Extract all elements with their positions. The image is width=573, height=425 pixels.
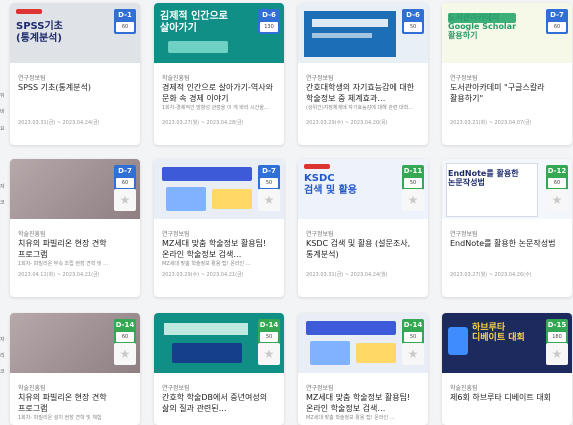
card-title[interactable]: SPSS 기초(통계분석) bbox=[18, 82, 134, 93]
star-icon[interactable]: ★ bbox=[114, 343, 136, 365]
thumbnail-title: 김제적 인간으로 살아가기 bbox=[160, 11, 228, 34]
clipped-edge-text: 요 bbox=[0, 126, 5, 132]
card-date: 2023.03.29(수) ~ 2023.04.21(금) bbox=[162, 272, 244, 278]
card-category: 학술진흥팀 bbox=[450, 385, 478, 392]
like-count: 50 bbox=[260, 178, 278, 188]
card-title[interactable]: 치유의 파빌리온 현장 견학 프로그램 bbox=[18, 238, 134, 260]
dday-badge: D-7 50 bbox=[258, 165, 280, 190]
dday-badge: D-1 60 bbox=[114, 9, 136, 34]
clipped-edge-text: 비 bbox=[0, 109, 5, 115]
card-category: 연구정보팀 bbox=[450, 75, 478, 82]
star-icon[interactable]: ★ bbox=[258, 189, 280, 211]
like-count: 130 bbox=[260, 22, 278, 32]
card-description: MZ세대 맞춤 학술정보 활용 팁! 온라인 … bbox=[162, 261, 251, 267]
star-icon[interactable]: ★ bbox=[546, 189, 568, 211]
like-count: 50 bbox=[404, 178, 422, 188]
card-title[interactable]: 경제적 인간으로 살아가기-역사와 문화 속 경제 이야기 bbox=[162, 82, 278, 104]
card-category: 연구정보팀 bbox=[306, 75, 334, 82]
card-title[interactable]: MZ세대 맞춤 학술정보 활용팁! 온라인 학술정보 검색… bbox=[162, 238, 278, 260]
star-icon[interactable]: ★ bbox=[114, 189, 136, 211]
program-card[interactable]: 김제적 인간으로 살아가기 D-6 130 학술진흥팀 경제적 인간으로 살아가… bbox=[154, 3, 284, 145]
dday-badge: D-11 50 bbox=[402, 165, 424, 190]
card-date: 2023.03.27(월) ~ 2023.04.28(금) bbox=[162, 120, 244, 126]
like-count: 50 bbox=[260, 332, 278, 342]
like-count: 60 bbox=[116, 332, 134, 342]
dday-badge: D-7 60 bbox=[114, 165, 136, 190]
program-card[interactable]: 도서관아카데미 Google Scholar 활용하기 D-7 60 연구정보팀… bbox=[442, 3, 572, 145]
card-description: 1회차- 파빌리온 부속 조립 현장 견학 및 … bbox=[18, 261, 109, 267]
card-date: 2023.03.29(수) ~ 2023.04.20(목) bbox=[306, 120, 388, 126]
card-category: 학술진흥팀 bbox=[18, 385, 46, 392]
clipped-edge-text: 뒤 bbox=[0, 93, 5, 99]
program-card[interactable]: EndNote를 활용한 논문작성법 D-12 60 ★ 연구정보팀 EndNo… bbox=[442, 159, 572, 297]
card-category: 연구정보팀 bbox=[306, 385, 334, 392]
like-count: 180 bbox=[548, 332, 566, 342]
dday-badge: D-15 180 bbox=[546, 319, 568, 344]
like-count: 60 bbox=[116, 178, 134, 188]
card-title[interactable]: 도서관아카데미 "구글스칼라 활용하기" bbox=[450, 82, 566, 104]
dday-badge: D-12 60 bbox=[546, 165, 568, 190]
program-card[interactable]: D-7 50 ★ 연구정보팀 MZ세대 맞춤 학술정보 활용팁! 온라인 학술정… bbox=[154, 159, 284, 297]
card-date: 2023.03.27(월) ~ 2023.04.26(수) bbox=[450, 272, 532, 278]
dday-badge: D-14 50 bbox=[402, 319, 424, 344]
like-count: 60 bbox=[116, 22, 134, 32]
program-card[interactable]: D-14 60 ★ 학술진흥팀 치유의 파빌리온 현장 견학 프로그램 1회차-… bbox=[10, 313, 140, 425]
card-title[interactable]: 간호학 학술DB에서 중년여성의 삶의 질과 관련된… bbox=[162, 392, 278, 414]
clipped-edge-text: 코 bbox=[0, 369, 5, 375]
like-count: 60 bbox=[548, 22, 566, 32]
thumbnail-title: EndNote를 활용한 논문작성법 bbox=[448, 169, 519, 188]
program-card[interactable]: D-7 60 ★ 학술진흥팀 치유의 파빌리온 현장 견학 프로그램 1회차- … bbox=[10, 159, 140, 297]
card-description: (상위간)지정체계에 자기효능감에 대해 관련 대학… bbox=[306, 105, 414, 111]
clipped-edge-text: 자 bbox=[0, 184, 5, 190]
card-category: 연구정보팀 bbox=[450, 231, 478, 238]
card-date: 2023.04.11(화) ~ 2023.04.21(금) bbox=[18, 272, 100, 278]
like-count: 50 bbox=[404, 332, 422, 342]
thumbnail-title: 도서관아카데미 Google Scholar 활용하기 bbox=[448, 13, 517, 41]
card-title[interactable]: 제6회 하브루타 디베이트 대회 bbox=[450, 392, 566, 403]
card-category: 학술진흥팀 bbox=[18, 231, 46, 238]
card-description: MZ세대 맞춤 학술정보 활용 팁! 온라인 … bbox=[306, 415, 395, 421]
card-category: 학술진흥팀 bbox=[162, 75, 190, 82]
dday-badge: D-14 50 bbox=[258, 319, 280, 344]
card-date: 2023.03.31(금) ~ 2023.04.24(금) bbox=[18, 120, 100, 126]
dday-badge: D-14 60 bbox=[114, 319, 136, 344]
star-icon[interactable]: ★ bbox=[258, 343, 280, 365]
like-count: 50 bbox=[404, 22, 422, 32]
program-card[interactable]: D-14 50 ★ 연구정보팀 MZ세대 맞춤 학술정보 활용팁! 온라인 학술… bbox=[298, 313, 428, 425]
dday-badge: D-7 60 bbox=[546, 9, 568, 34]
card-description: 1회차- 파빌리온 설치 현장 견학 및 체험 bbox=[18, 415, 102, 421]
dday-badge: D-6 130 bbox=[258, 9, 280, 34]
program-card[interactable]: SPSS기초 (통계분석) D-1 60 연구정보팀 SPSS 기초(통계분석)… bbox=[10, 3, 140, 145]
card-category: 연구정보팀 bbox=[306, 231, 334, 238]
like-count: 60 bbox=[548, 178, 566, 188]
card-title[interactable]: 간호대학생의 자기효능감에 대한 학술정보 중 체계효과… bbox=[306, 82, 422, 104]
clipped-edge-text: 자 bbox=[0, 337, 5, 343]
clipped-edge-text: 리 bbox=[0, 353, 5, 359]
card-category: 연구정보팀 bbox=[162, 231, 190, 238]
thumbnail-title: KSDC 검색 및 활용 bbox=[304, 173, 357, 196]
star-icon[interactable]: ★ bbox=[546, 343, 568, 365]
card-date: 2023.03.21(화) ~ 2023.04.07(금) bbox=[450, 120, 532, 126]
star-icon[interactable]: ★ bbox=[402, 189, 424, 211]
dday-badge: D-6 50 bbox=[402, 9, 424, 34]
thumbnail-title: 하브루타 디베이트 대회 bbox=[472, 323, 525, 344]
card-category: 연구정보팀 bbox=[18, 75, 46, 82]
program-card[interactable]: D-14 50 ★ 연구정보팀 간호학 학술DB에서 중년여성의 삶의 질과 관… bbox=[154, 313, 284, 425]
card-title[interactable]: EndNote를 활용한 논문작성법 bbox=[450, 238, 566, 249]
card-description: 1회차-경제적인 방향성 관점을 이 게 바라 시간을… bbox=[162, 105, 269, 111]
thumbnail-title: SPSS기초 (통계분석) bbox=[16, 21, 63, 44]
program-card-grid: SPSS기초 (통계분석) D-1 60 연구정보팀 SPSS 기초(통계분석)… bbox=[0, 0, 573, 425]
card-title[interactable]: KSDC 검색 및 활용 (설문조사, 통계분석) bbox=[306, 238, 422, 260]
card-title[interactable]: MZ세대 맞춤 학술정보 활용팁! 온라인 학술정보 검색… bbox=[306, 392, 422, 414]
program-card[interactable]: D-6 50 연구정보팀 간호대학생의 자기효능감에 대한 학술정보 중 체계효… bbox=[298, 3, 428, 145]
program-card[interactable]: KSDC 검색 및 활용 D-11 50 ★ 연구정보팀 KSDC 검색 및 활… bbox=[298, 159, 428, 297]
clipped-edge-text: 코 bbox=[0, 200, 5, 206]
card-category: 연구정보팀 bbox=[162, 385, 190, 392]
program-card[interactable]: 하브루타 디베이트 대회 D-15 180 ★ 학술진흥팀 제6회 하브루타 디… bbox=[442, 313, 572, 425]
card-title[interactable]: 치유의 파빌리온 현장 견학 프로그램 bbox=[18, 392, 134, 414]
star-icon[interactable]: ★ bbox=[402, 343, 424, 365]
card-date: 2023.03.31(금) ~ 2023.04.24(월) bbox=[306, 272, 388, 278]
